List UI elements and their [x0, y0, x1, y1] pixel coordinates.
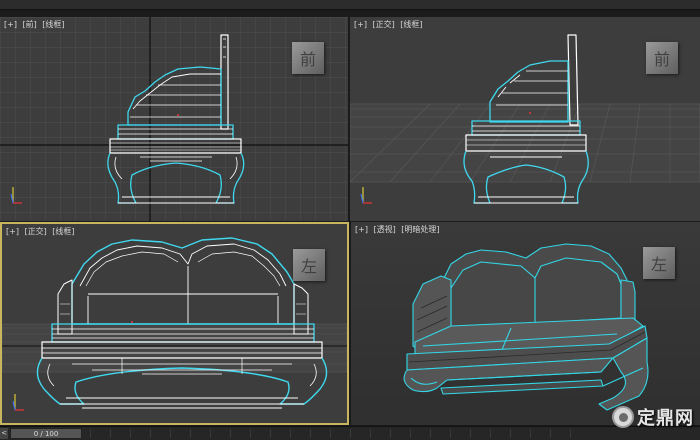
- viewcube[interactable]: 前: [292, 42, 324, 74]
- viewport-label: [+] [前] [线框]: [4, 20, 68, 30]
- viewport-view-label[interactable]: [前]: [23, 20, 37, 29]
- viewcube[interactable]: 前: [646, 42, 678, 74]
- viewport-label: [+] [正交] [线框]: [6, 227, 78, 237]
- axis-gizmo: [360, 187, 372, 204]
- viewport-label: [+] [透视] [明暗处理]: [355, 225, 443, 235]
- watermark: 定鼎网: [612, 404, 694, 430]
- viewport-front[interactable]: [+] [前] [线框] 前: [0, 17, 348, 221]
- timeline-bar: < 0 / 100: [0, 426, 700, 440]
- viewport-label: [+] [正交] [线框]: [354, 20, 426, 30]
- viewport-view-label[interactable]: [正交]: [25, 227, 47, 236]
- viewport-shading-label[interactable]: [线框]: [52, 227, 74, 236]
- timeline-track[interactable]: [90, 429, 590, 438]
- viewport-perspective[interactable]: [+] [透视] [明暗处理] 左: [351, 222, 700, 425]
- viewport-shading-label[interactable]: [线框]: [42, 20, 64, 29]
- viewport-menu-plus[interactable]: [+]: [354, 20, 367, 29]
- menubar: [0, 0, 700, 10]
- viewport-menu-plus[interactable]: [+]: [355, 225, 368, 234]
- viewport-menu-plus[interactable]: [+]: [6, 227, 19, 236]
- sofa-front-wireframe: [36, 237, 328, 409]
- viewport-shading-label[interactable]: [线框]: [400, 20, 422, 29]
- viewport-orthographic-left[interactable]: [+] [正交] [线框] 左: [0, 222, 349, 425]
- prev-frame-button[interactable]: <: [0, 428, 8, 439]
- viewport-view-label[interactable]: [正交]: [373, 20, 395, 29]
- watermark-logo-icon: [612, 406, 634, 428]
- viewcube[interactable]: 左: [293, 249, 325, 281]
- time-slider[interactable]: 0 / 100: [10, 428, 82, 439]
- viewport-shading-label[interactable]: [明暗处理]: [401, 225, 439, 234]
- ground-grid: [350, 103, 700, 183]
- viewcube[interactable]: 左: [643, 247, 675, 279]
- watermark-text: 定鼎网: [637, 408, 694, 429]
- axis-gizmo: [12, 394, 24, 411]
- viewport-view-label[interactable]: [透视]: [374, 225, 396, 234]
- viewport-orthographic-top[interactable]: [+] [正交] [线框] 前: [350, 17, 700, 221]
- viewport-menu-plus[interactable]: [+]: [4, 20, 17, 29]
